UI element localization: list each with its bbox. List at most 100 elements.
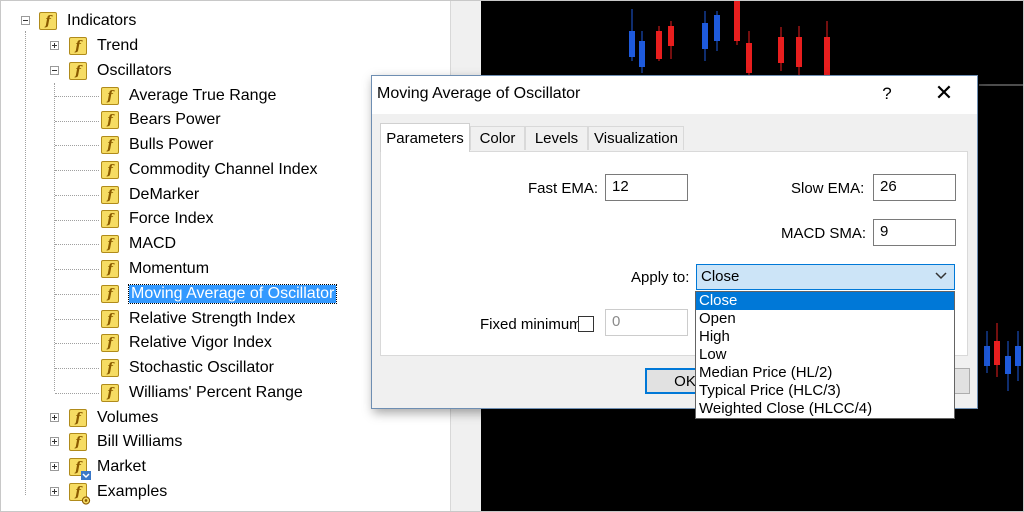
tree-item-label: Examples	[97, 483, 168, 500]
expand-icon[interactable]	[50, 437, 59, 446]
option-typical-price[interactable]: Typical Price (HLC/3)	[696, 382, 954, 400]
indicator-folder-icon: f	[69, 433, 87, 451]
tree-item-williams[interactable]: f Williams' Percent Range	[101, 382, 303, 404]
option-open[interactable]: Open	[696, 310, 954, 328]
candle	[796, 26, 802, 75]
tree-item-bears-power[interactable]: f Bears Power	[101, 109, 221, 131]
tree-item-oscillators[interactable]: f Oscillators	[47, 60, 172, 82]
gear-badge-icon	[81, 496, 91, 505]
tree-item-rvi[interactable]: f Relative Vigor Index	[101, 332, 272, 354]
candle	[656, 26, 662, 61]
tree-connector	[55, 319, 99, 320]
tree-item-stochastic[interactable]: f Stochastic Oscillator	[101, 357, 274, 379]
close-icon[interactable]: ✕	[932, 82, 956, 104]
expand-icon[interactable]	[50, 413, 59, 422]
option-low[interactable]: Low	[696, 346, 954, 364]
tree-item-label: Bulls Power	[129, 136, 214, 153]
tree-connector	[55, 195, 99, 196]
candle	[994, 323, 1000, 377]
help-button[interactable]: ?	[877, 84, 897, 104]
tree-item-trend[interactable]: f Trend	[47, 35, 138, 57]
fixed-minimum-label: Fixed minimum	[480, 316, 582, 333]
candle	[629, 9, 635, 61]
indicator-folder-icon: f	[39, 12, 57, 30]
expand-icon[interactable]	[50, 41, 59, 50]
tree-item-force-index[interactable]: f Force Index	[101, 208, 213, 230]
expand-icon[interactable]	[50, 487, 59, 496]
tree-connector	[55, 96, 99, 97]
indicator-icon: f	[101, 136, 119, 154]
tree-item-volumes[interactable]: f Volumes	[47, 407, 158, 429]
app-window: f Indicators f Trend f Oscillators f Ave…	[0, 0, 1024, 512]
expand-icon[interactable]	[50, 462, 59, 471]
tree-item-label: Stochastic Oscillator	[129, 359, 274, 376]
tree-item-cci[interactable]: f Commodity Channel Index	[101, 159, 318, 181]
candle	[778, 27, 784, 71]
tab-levels[interactable]: Levels	[525, 126, 588, 150]
tree-item-bill-williams[interactable]: f Bill Williams	[47, 431, 182, 453]
indicator-icon: f	[101, 210, 119, 228]
dialog-titlebar[interactable]: Moving Average of Oscillator ? ✕	[372, 76, 977, 114]
indicator-folder-icon: f	[69, 62, 87, 80]
candle	[714, 11, 720, 51]
chevron-down-icon	[935, 272, 947, 280]
tree-item-examples[interactable]: f Examples	[47, 481, 168, 505]
indicator-icon: f	[101, 384, 119, 402]
tab-parameters[interactable]: Parameters	[380, 123, 470, 152]
candle	[746, 31, 752, 75]
partially-hidden-button[interactable]	[954, 368, 970, 394]
fast-ema-input[interactable]: 12	[605, 174, 688, 201]
tree-item-label: DeMarker	[129, 186, 200, 203]
indicator-icon: f	[101, 87, 119, 105]
macd-sma-label: MACD SMA:	[781, 225, 867, 242]
option-median-price[interactable]: Median Price (HL/2)	[696, 364, 954, 382]
tab-color[interactable]: Color	[470, 126, 525, 150]
collapse-icon[interactable]	[50, 66, 59, 75]
tree-item-demarker[interactable]: f DeMarker	[101, 184, 199, 206]
tree-connector	[55, 269, 99, 270]
market-folder-icon: f	[69, 458, 91, 480]
tree-connector	[55, 121, 99, 122]
tree-item-moving-average-of-oscillator[interactable]: f Moving Average of Oscillator	[101, 283, 338, 305]
tree-item-macd[interactable]: f MACD	[101, 233, 176, 255]
slow-ema-input[interactable]: 26	[873, 174, 956, 201]
macd-sma-input[interactable]: 9	[873, 219, 956, 246]
tree-item-indicators[interactable]: f Indicators	[17, 10, 136, 32]
candle	[639, 31, 645, 73]
apply-to-value: Close	[701, 268, 740, 285]
tree-connector	[55, 220, 99, 221]
candle	[734, 1, 740, 45]
tree-connector	[55, 244, 99, 245]
tree-item-label: Market	[97, 458, 146, 475]
tree-item-rsi[interactable]: f Relative Strength Index	[101, 308, 295, 330]
tree-connector	[55, 343, 99, 344]
fixed-minimum-checkbox[interactable]	[578, 316, 594, 332]
tree-item-momentum[interactable]: f Momentum	[101, 258, 209, 280]
indicator-folder-icon: f	[69, 37, 87, 55]
examples-folder-icon: f	[69, 483, 91, 505]
indicator-icon: f	[101, 260, 119, 278]
option-high[interactable]: High	[696, 328, 954, 346]
tree-item-average-true-range[interactable]: f Average True Range	[101, 85, 276, 107]
option-weighted-close[interactable]: Weighted Close (HLCC/4)	[696, 400, 954, 418]
apply-to-select[interactable]: Close	[696, 264, 955, 290]
tree-item-market[interactable]: f Market	[47, 456, 146, 480]
candle	[984, 331, 990, 373]
tree-connector	[25, 31, 26, 495]
tree-item-label: Williams' Percent Range	[129, 384, 303, 401]
fixed-minimum-input: 0	[605, 309, 688, 336]
option-close[interactable]: Close	[696, 292, 954, 310]
collapse-icon[interactable]	[21, 16, 30, 25]
indicator-icon: f	[101, 111, 119, 129]
tab-visualization[interactable]: Visualization	[588, 126, 684, 150]
indicator-icon: f	[101, 310, 119, 328]
tree-item-label: Volumes	[97, 409, 159, 426]
tree-item-label: Oscillators	[97, 62, 172, 79]
fast-ema-label: Fast EMA:	[528, 180, 599, 197]
tree-item-bulls-power[interactable]: f Bulls Power	[101, 134, 213, 156]
apply-to-dropdown: Close Open High Low Median Price (HL/2) …	[695, 291, 955, 419]
tree-item-label: Commodity Channel Index	[129, 161, 318, 178]
tree-item-label: Bears Power	[129, 111, 221, 128]
download-badge-icon	[81, 471, 91, 480]
apply-to-label: Apply to:	[631, 269, 690, 286]
